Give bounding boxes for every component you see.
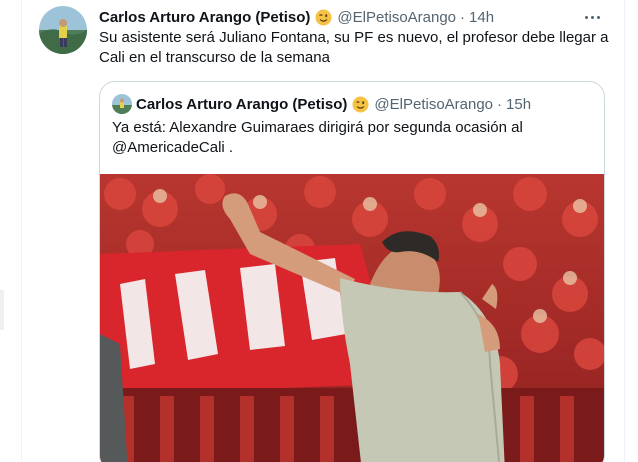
tweet-timestamp[interactable]: 14h [469, 9, 494, 26]
tweet-photo[interactable] [100, 174, 604, 462]
tweet[interactable]: Carlos Arturo Arango (Petiso) @ElPetisoA… [22, 0, 624, 462]
quoted-tweet[interactable]: Carlos Arturo Arango (Petiso) @ElPetisoA… [99, 81, 605, 462]
separator-dot: · [497, 95, 503, 113]
quoted-tweet-timestamp: 15h [506, 95, 532, 113]
more-options-icon[interactable] [580, 5, 604, 29]
quoted-author-avatar [112, 94, 132, 114]
quoted-tweet-text: Ya está: Alexandre Guimaraes dirigirá po… [112, 119, 523, 156]
separator-dot: · [460, 8, 466, 26]
right-column-edge [624, 0, 638, 462]
winking-face-emoji-icon [352, 96, 369, 113]
winking-face-emoji-icon [315, 9, 332, 26]
author-avatar[interactable] [39, 6, 87, 54]
left-column-edge [0, 0, 22, 462]
quoted-tweet-header: Carlos Arturo Arango (Petiso) @ElPetisoA… [112, 94, 592, 114]
quoted-author-name: Carlos Arturo Arango (Petiso) [136, 95, 348, 113]
author-handle[interactable]: @ElPetisoArango [337, 9, 456, 26]
quoted-author-handle: @ElPetisoArango [374, 95, 494, 113]
author-name[interactable]: Carlos Arturo Arango (Petiso) [99, 9, 310, 26]
tweet-text: Su asistente será Juliano Fontana, su PF… [99, 29, 609, 66]
tweet-header: Carlos Arturo Arango (Petiso) @ElPetisoA… [99, 7, 604, 27]
left-edge-mark [0, 290, 4, 330]
